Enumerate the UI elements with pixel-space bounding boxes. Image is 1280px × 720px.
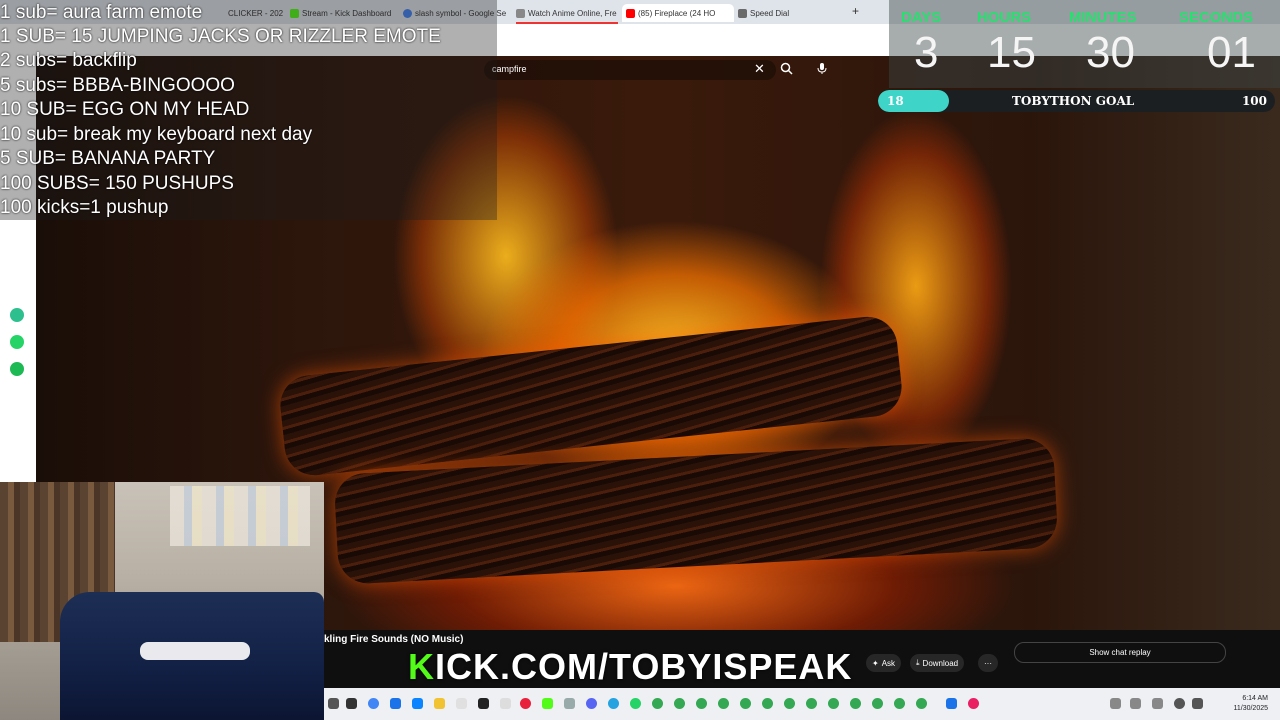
timer-value-days: 3 bbox=[914, 28, 939, 77]
clock-date: 11/30/2025 bbox=[1233, 705, 1268, 712]
kick-url-text: ICK.COM/TOBYISPEAK bbox=[435, 646, 853, 687]
tab-label: Watch Anime Online, Fre bbox=[528, 8, 617, 18]
youtube-icon bbox=[626, 8, 635, 18]
chrome-profile-icon[interactable] bbox=[784, 698, 795, 709]
tobython-goal-bar: 18 TOBYTHON GOAL 100 bbox=[878, 90, 1275, 112]
subathon-timer: DAYS HOURS MINUTES SECONDS 3 15 30 01 bbox=[889, 0, 1280, 88]
wall-posters bbox=[170, 486, 310, 546]
show-hidden-icons[interactable] bbox=[1110, 698, 1121, 709]
discord-icon[interactable] bbox=[586, 698, 597, 709]
timer-label-hours: HOURS bbox=[977, 9, 1032, 26]
mic-icon[interactable] bbox=[816, 62, 828, 78]
search-icon[interactable] bbox=[780, 62, 793, 78]
chrome-profile-icon[interactable] bbox=[652, 698, 663, 709]
download-button[interactable]: ⤓ Download bbox=[910, 654, 965, 672]
search-input[interactable]: campfire bbox=[492, 64, 527, 74]
goal-current: 18 bbox=[887, 94, 904, 108]
tab-anime[interactable]: Watch Anime Online, Fre bbox=[516, 4, 618, 24]
file-explorer-icon[interactable] bbox=[434, 698, 445, 709]
tray-icon[interactable] bbox=[1130, 698, 1141, 709]
system-clock[interactable]: 6:14 AM 11/30/2025 bbox=[1233, 694, 1268, 714]
chrome-profile-icon[interactable] bbox=[828, 698, 839, 709]
goal-target: 100 bbox=[1241, 94, 1267, 108]
chrome-profile-icon[interactable] bbox=[718, 698, 729, 709]
show-chat-replay-button[interactable]: Show chat replay bbox=[1014, 642, 1226, 663]
volume-icon[interactable] bbox=[1192, 698, 1203, 709]
webcam-feed bbox=[0, 482, 324, 720]
tab-fireplace[interactable]: (85) Fireplace (24 HO bbox=[622, 4, 734, 22]
new-tab-button[interactable]: + bbox=[852, 4, 859, 18]
wifi-icon[interactable] bbox=[1174, 698, 1185, 709]
chrome-profile-icon[interactable] bbox=[762, 698, 773, 709]
chrome-profile-icon[interactable] bbox=[674, 698, 685, 709]
app-icon[interactable] bbox=[456, 698, 467, 709]
app-icon[interactable] bbox=[500, 698, 511, 709]
rule-line: 1 SUB= 15 JUMPING JACKS OR RIZZLER EMOTE bbox=[0, 26, 441, 47]
ask-label: Ask bbox=[881, 658, 896, 668]
opera-icon[interactable] bbox=[520, 698, 531, 709]
rule-line: 100 SUBS= 150 PUSHUPS bbox=[0, 173, 234, 194]
timer-label-days: DAYS bbox=[901, 9, 942, 26]
clock-time: 6:14 AM bbox=[1242, 695, 1268, 702]
chrome-profile-icon[interactable] bbox=[872, 698, 883, 709]
pillow bbox=[140, 642, 250, 660]
chatgpt-icon[interactable] bbox=[10, 308, 24, 322]
edge-icon[interactable] bbox=[412, 698, 423, 709]
chrome-profile-icon[interactable] bbox=[740, 698, 751, 709]
timer-value-seconds: 01 bbox=[1207, 28, 1256, 77]
chrome-profile-icon[interactable] bbox=[916, 698, 927, 709]
kick-channel-banner: KICK.COM/TOBYISPEAK bbox=[408, 646, 852, 688]
windows-taskbar: 6:14 AM 11/30/2025 bbox=[324, 688, 1280, 720]
task-view-icon[interactable] bbox=[346, 698, 357, 709]
terminal-icon[interactable] bbox=[478, 698, 489, 709]
download-label: Download bbox=[922, 658, 959, 668]
rule-line: 2 subs= backflip bbox=[0, 50, 137, 71]
whatsapp-icon[interactable] bbox=[630, 698, 641, 709]
timer-value-minutes: 30 bbox=[1086, 28, 1135, 77]
speed-dial-icon bbox=[738, 8, 747, 18]
rule-line: 1 sub= aura farm emote bbox=[0, 2, 203, 23]
timer-value-hours: 15 bbox=[987, 28, 1036, 77]
sparkle-icon: ✦ bbox=[872, 658, 879, 668]
app-icon[interactable] bbox=[946, 698, 957, 709]
app-icon[interactable] bbox=[390, 698, 401, 709]
video-title[interactable]: kling Fire Sounds (NO Music) bbox=[324, 634, 463, 645]
tab-label: Speed Dial bbox=[750, 8, 790, 18]
search-icon[interactable] bbox=[328, 698, 339, 709]
tab-label: (85) Fireplace (24 HO bbox=[638, 8, 716, 18]
rule-line: 5 subs= BBBA-BINGOOOO bbox=[0, 75, 235, 96]
chrome-profile-icon[interactable] bbox=[806, 698, 817, 709]
app-icon[interactable] bbox=[968, 698, 979, 709]
app-icon[interactable] bbox=[608, 698, 619, 709]
chrome-profile-icon[interactable] bbox=[894, 698, 905, 709]
rule-line: 5 SUB= BANANA PARTY bbox=[0, 148, 216, 169]
ask-button[interactable]: ✦ Ask bbox=[866, 654, 902, 672]
youtube-search-bar[interactable]: campfire ✕ bbox=[484, 60, 776, 80]
kick-icon[interactable] bbox=[542, 698, 553, 709]
rule-line: 100 kicks=1 pushup bbox=[0, 197, 169, 218]
sub-rules-overlay: 1 sub= aura farm emote 1 SUB= 15 JUMPING… bbox=[0, 0, 497, 220]
tray-icon[interactable] bbox=[1152, 698, 1163, 709]
chrome-profile-icon[interactable] bbox=[850, 698, 861, 709]
rule-line: 10 sub= break my keyboard next day bbox=[0, 124, 313, 145]
timer-label-minutes: MINUTES bbox=[1069, 9, 1137, 26]
whatsapp-icon[interactable] bbox=[10, 335, 24, 349]
clear-search-icon[interactable]: ✕ bbox=[754, 61, 765, 77]
rule-line: 10 SUB= EGG ON MY HEAD bbox=[0, 99, 250, 120]
tab-speed-dial[interactable]: Speed Dial bbox=[738, 4, 828, 22]
app-icon[interactable] bbox=[564, 698, 575, 709]
download-icon: ⤓ bbox=[916, 658, 920, 667]
site-icon bbox=[516, 8, 525, 18]
timer-label-seconds: SECONDS bbox=[1179, 9, 1254, 26]
chrome-icon[interactable] bbox=[368, 698, 379, 709]
goal-title: TOBYTHON GOAL bbox=[1012, 94, 1135, 108]
chrome-profile-icon[interactable] bbox=[696, 698, 707, 709]
spotify-icon[interactable] bbox=[10, 362, 24, 376]
kick-k-letter: K bbox=[408, 646, 435, 687]
more-actions-button[interactable]: ··· bbox=[978, 654, 998, 672]
